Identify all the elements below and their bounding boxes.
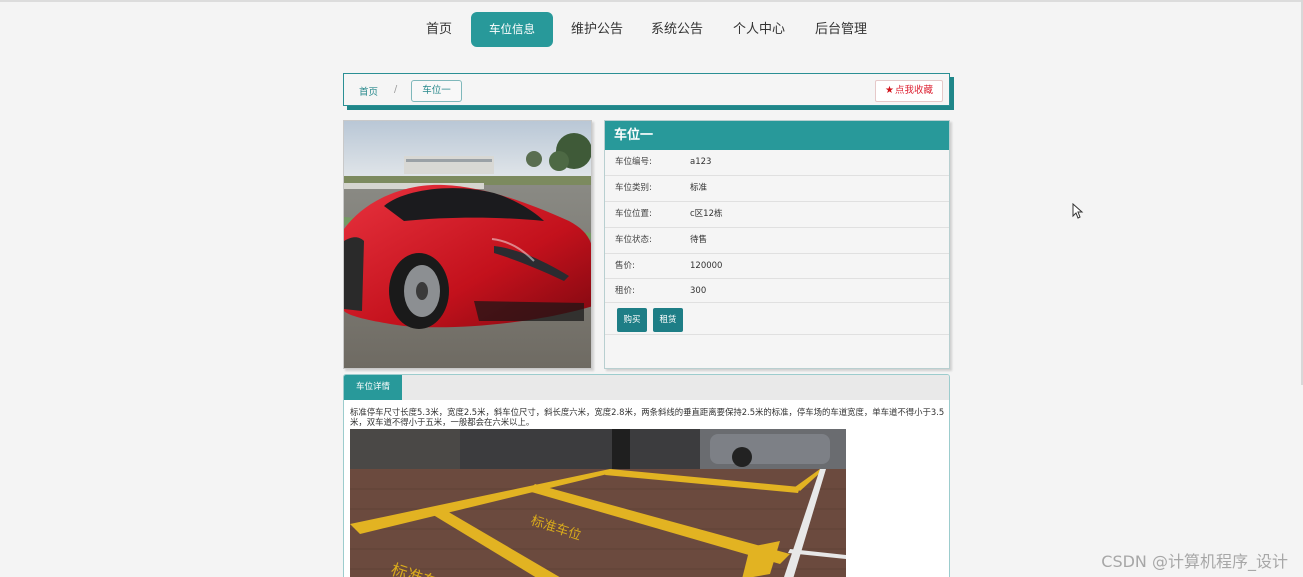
field-value: 300 bbox=[690, 286, 707, 296]
tab-parking-details[interactable]: 车位详情 bbox=[344, 375, 402, 400]
favorite-button[interactable]: ★点我收藏 bbox=[875, 80, 943, 102]
field-row: 租价: 300 bbox=[605, 279, 949, 303]
field-label: 车位编号: bbox=[615, 157, 652, 167]
breadcrumb-current[interactable]: 车位一 bbox=[411, 80, 462, 102]
buy-button[interactable]: 购买 bbox=[617, 308, 647, 332]
nav-item-home[interactable]: 首页 bbox=[418, 12, 460, 47]
field-label: 租价: bbox=[615, 286, 635, 296]
parking-title: 车位一 bbox=[605, 121, 949, 150]
top-nav: 首页 车位信息 维护公告 系统公告 个人中心 后台管理 bbox=[0, 12, 1303, 48]
field-value: a123 bbox=[690, 157, 712, 167]
field-value: c区12栋 bbox=[690, 209, 723, 219]
field-value: 120000 bbox=[690, 261, 723, 271]
nav-item-maintenance-notice[interactable]: 维护公告 bbox=[564, 12, 630, 47]
nav-item-parking-info[interactable]: 车位信息 bbox=[471, 12, 553, 47]
field-value: 标准 bbox=[690, 183, 708, 193]
field-label: 售价: bbox=[615, 261, 635, 271]
rent-button[interactable]: 租赁 bbox=[653, 308, 683, 332]
field-row: 车位位置: c区12栋 bbox=[605, 202, 949, 228]
breadcrumb-home[interactable]: 首页 bbox=[359, 84, 378, 98]
detail-tabbar: 车位详情 bbox=[344, 375, 949, 400]
field-label: 车位位置: bbox=[615, 209, 652, 219]
detail-description: 标准停车尺寸长度5.3米，宽度2.5米，斜车位尺寸，斜长度六米，宽度2.8米，两… bbox=[350, 407, 945, 427]
parking-lot-photo: 标准车位 标准车位 bbox=[350, 429, 846, 577]
field-label: 车位状态: bbox=[615, 235, 652, 245]
nav-item-personal-center[interactable]: 个人中心 bbox=[726, 12, 792, 47]
field-value: 待售 bbox=[690, 235, 708, 245]
action-buttons: 购买 租赁 bbox=[605, 303, 949, 335]
breadcrumb-separator: / bbox=[394, 84, 398, 95]
nav-item-admin[interactable]: 后台管理 bbox=[808, 12, 874, 47]
detail-section: 车位详情 标准停车尺寸长度5.3米，宽度2.5米，斜车位尺寸，斜长度六米，宽度2… bbox=[343, 374, 950, 577]
field-row: 车位编号: a123 bbox=[605, 150, 949, 176]
field-row: 车位类别: 标准 bbox=[605, 176, 949, 202]
top-border bbox=[0, 0, 1303, 2]
star-icon: ★ bbox=[885, 85, 894, 96]
breadcrumb: 首页 / 车位一 ★点我收藏 bbox=[343, 73, 950, 106]
mouse-pointer-icon bbox=[1072, 202, 1084, 223]
field-label: 车位类别: bbox=[615, 183, 652, 193]
nav-item-system-notice[interactable]: 系统公告 bbox=[644, 12, 710, 47]
watermark: CSDN @计算机程序_设计 bbox=[1101, 552, 1288, 571]
parking-photo bbox=[343, 120, 592, 369]
field-row: 售价: 120000 bbox=[605, 254, 949, 279]
parking-info-card: 车位一 车位编号: a123 车位类别: 标准 车位位置: c区12栋 车位状态… bbox=[604, 120, 950, 369]
favorite-label: 点我收藏 bbox=[894, 85, 933, 96]
field-row: 车位状态: 待售 bbox=[605, 228, 949, 254]
